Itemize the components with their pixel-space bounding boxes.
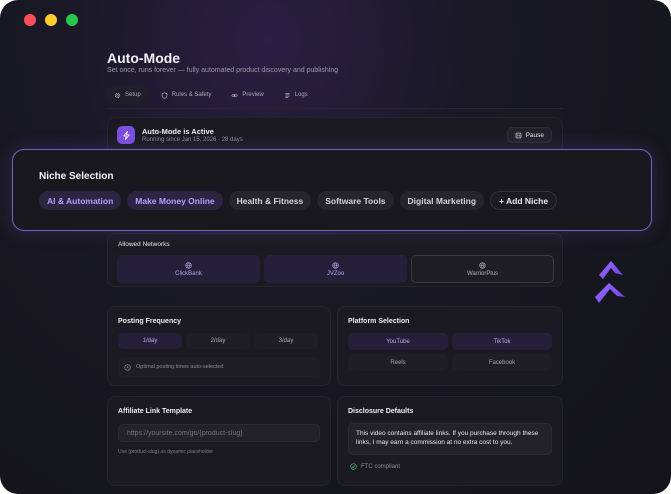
networks-card: Allowed Networks ClickBank JVZoo Warrior… xyxy=(107,233,563,287)
clock-icon xyxy=(124,363,131,371)
shield-icon xyxy=(161,91,167,99)
tab-preview[interactable]: Preview xyxy=(224,86,270,104)
network-jvzoo[interactable]: JVZoo xyxy=(264,255,407,283)
tab-label: Preview xyxy=(242,92,264,98)
networks-label: Allowed Networks xyxy=(118,241,170,248)
globe-icon xyxy=(479,261,486,269)
affiliate-link-title: Affiliate Link Template xyxy=(118,408,193,415)
niche-selection-panel: Niche Selection AI & Automation Make Mon… xyxy=(12,149,652,231)
tab-rules-safety[interactable]: Rules & Safety xyxy=(154,86,219,104)
tab-label: Setup xyxy=(125,92,141,98)
affiliate-link-input[interactable] xyxy=(118,424,320,442)
network-clickbank[interactable]: ClickBank xyxy=(117,255,260,283)
tab-logs[interactable]: Logs xyxy=(277,86,315,104)
niche-chip-make-money-online[interactable]: Make Money Online xyxy=(127,191,223,210)
niche-chip-software-tools[interactable]: Software Tools xyxy=(317,191,394,210)
disclosure-textarea[interactable]: This video contains affiliate links. If … xyxy=(348,423,552,455)
tab-label: Rules & Safety xyxy=(171,92,212,98)
frequency-options: 1/day 2/day 3/day xyxy=(118,333,318,349)
logs-icon xyxy=(285,92,290,98)
platform-reels[interactable]: Reels xyxy=(348,354,448,371)
ftc-status: FTC compliant xyxy=(350,463,400,470)
niche-chip-list: AI & Automation Make Money Online Health… xyxy=(39,191,558,210)
platform-tiktok[interactable]: TikTok xyxy=(452,333,552,350)
close-window-button[interactable] xyxy=(24,14,36,26)
niche-chip-ai-automation[interactable]: AI & Automation xyxy=(39,191,122,210)
niche-chip-digital-marketing[interactable]: Digital Marketing xyxy=(399,191,485,210)
status-subtitle: Running since Jan 15, 2026 · 28 days xyxy=(142,137,243,143)
networks-list: ClickBank JVZoo WarriorPlus xyxy=(117,255,554,283)
status-title: Auto-Mode is Active xyxy=(142,127,214,136)
network-label: ClickBank xyxy=(175,270,202,277)
affiliate-link-card: Affiliate Link Template Use {product-slu… xyxy=(107,396,331,486)
platform-selection-card: Platform Selection YouTube TikTok Reels … xyxy=(337,306,563,386)
platform-youtube[interactable]: YouTube xyxy=(348,333,448,350)
minimize-window-button[interactable] xyxy=(45,14,57,26)
platform-facebook[interactable]: Facebook xyxy=(452,354,552,371)
platform-options: YouTube TikTok Reels Facebook xyxy=(348,333,552,371)
page-title: Auto-Mode xyxy=(107,50,181,66)
traffic-lights xyxy=(24,14,78,26)
posting-frequency-title: Posting Frequency xyxy=(118,318,182,325)
globe-icon xyxy=(185,261,192,269)
tab-bar: Setup Rules & Safety Preview Logs xyxy=(107,86,315,104)
add-niche-button[interactable]: + Add Niche xyxy=(490,191,558,210)
pause-button[interactable]: Pause xyxy=(506,127,552,143)
pause-icon xyxy=(515,132,521,138)
check-circle-icon xyxy=(350,463,357,470)
frequency-option-3-day[interactable]: 3/day xyxy=(254,333,318,349)
network-warriorplus[interactable]: WarriorPlus xyxy=(411,255,554,283)
network-label: JVZoo xyxy=(326,270,345,277)
gear-icon xyxy=(114,92,121,98)
posting-frequency-card: Posting Frequency 1/day 2/day 3/day Opti… xyxy=(107,306,331,386)
network-label: WarriorPlus xyxy=(466,270,499,277)
eye-icon xyxy=(231,93,239,97)
platform-selection-title: Platform Selection xyxy=(348,318,410,325)
double-chevron-up-icon xyxy=(595,261,625,303)
frequency-option-1-day[interactable]: 1/day xyxy=(118,333,182,349)
frequency-option-2-day[interactable]: 2/day xyxy=(186,333,250,349)
ftc-status-label: FTC compliant xyxy=(361,463,401,470)
maximize-window-button[interactable] xyxy=(66,14,78,26)
tab-divider xyxy=(107,108,563,109)
page-subtitle: Set once, runs forever — fully automated… xyxy=(107,67,339,74)
globe-icon xyxy=(332,261,339,269)
bolt-icon xyxy=(117,126,135,144)
disclosure-title: Disclosure Defaults xyxy=(348,408,414,415)
pause-label: Pause xyxy=(525,131,544,139)
niche-title: Niche Selection xyxy=(39,171,114,182)
posting-hint: Optimal posting times auto-selected xyxy=(118,357,320,377)
app-window: Auto-Mode Set once, runs forever — fully… xyxy=(0,0,671,494)
tab-label: Logs xyxy=(294,92,308,98)
niche-chip-health-fitness[interactable]: Health & Fitness xyxy=(228,191,312,210)
tab-setup[interactable]: Setup xyxy=(107,86,148,104)
posting-hint-text: Optimal posting times auto-selected xyxy=(136,364,224,370)
affiliate-link-help: Use {product-slug} as dynamic placeholde… xyxy=(118,449,214,455)
disclosure-card: Disclosure Defaults This video contains … xyxy=(337,396,563,486)
